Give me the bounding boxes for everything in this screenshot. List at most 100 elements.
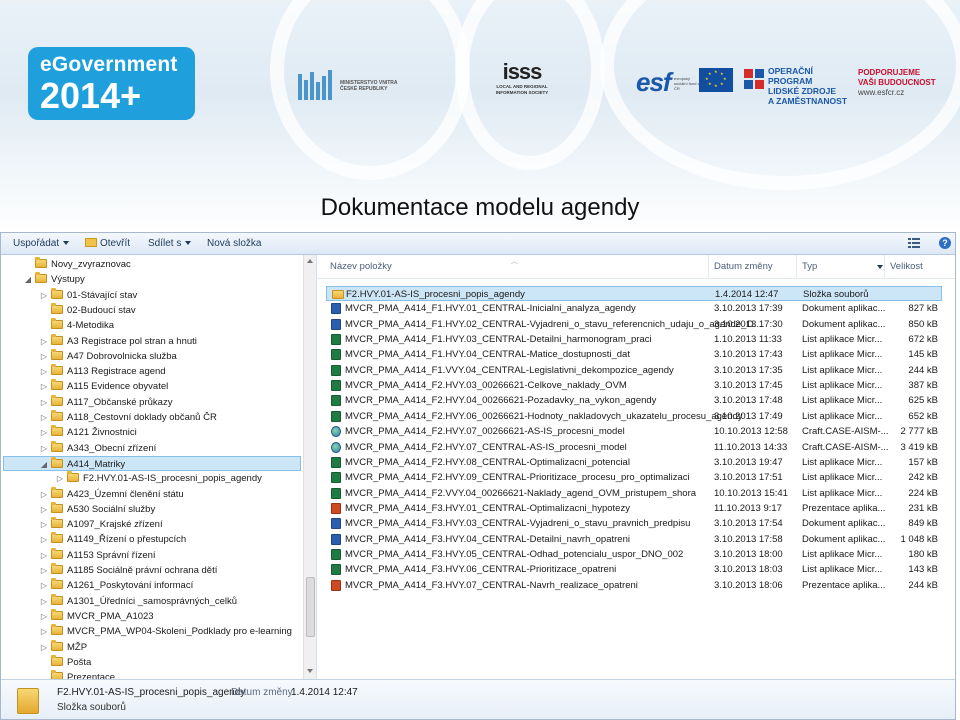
folder-icon	[67, 471, 79, 483]
expand-arrow-icon[interactable]: ▷	[39, 379, 49, 394]
expand-arrow-icon[interactable]: ▷	[39, 640, 49, 655]
nav-item[interactable]: Pošta	[39, 654, 91, 670]
nav-item[interactable]: Novy_zvyraznovac	[23, 257, 131, 272]
nav-item[interactable]: ◢ Výstupy	[23, 272, 85, 287]
file-type: List aplikace Micr...	[802, 472, 883, 484]
file-row[interactable]: MVCR_PMA_A414_F2.HVY.04_00266621-Pozadav…	[326, 393, 942, 408]
expand-arrow-icon[interactable]: ▷	[39, 532, 49, 547]
expand-arrow-icon[interactable]: ▷	[39, 609, 49, 624]
file-row[interactable]: F2.HVY.01-AS-IS_procesni_popis_agendy 1.4…	[326, 286, 942, 301]
expand-arrow-icon[interactable]: ▷	[39, 334, 49, 349]
nav-item[interactable]: ◢ A414_Matriky	[3, 455, 301, 472]
file-row[interactable]: MVCR_PMA_A414_F2.HVY.07_00266621-AS-IS_p…	[326, 424, 942, 439]
nav-item[interactable]: ▷ A1153 Správní řízení	[39, 547, 156, 563]
nav-item[interactable]: ▷ A47 Dobrovolnicka služba	[39, 348, 177, 364]
file-date: 3.10.2013 17:58	[714, 533, 783, 545]
nav-item[interactable]: ▷ MVCR_PMA_WP04-Skoleni_Podklady pro e-le…	[39, 624, 292, 639]
folder-icon	[51, 425, 63, 437]
nav-item[interactable]: 4-Metodika	[39, 318, 114, 333]
column-size[interactable]: Velikost	[890, 261, 923, 272]
expand-arrow-icon[interactable]: ▷	[55, 471, 65, 486]
nav-item[interactable]: ▷ A1261_Poskytování informací	[39, 578, 193, 593]
view-options-icon[interactable]	[908, 238, 920, 248]
esf-logo: esf evropský sociální fond v ČR ★ ★ ★ ★ ★ ★ ★…	[636, 66, 736, 100]
expand-arrow-icon[interactable]: ▷	[39, 624, 49, 639]
expand-arrow-icon[interactable]: ▷	[39, 410, 49, 425]
file-row[interactable]: MVCR_PMA_A414_F1.HVY.01_CENTRAL-Inicialn…	[326, 301, 942, 316]
expand-arrow-icon[interactable]: ▷	[39, 288, 49, 303]
type-filter-chevron-icon[interactable]	[877, 265, 883, 269]
file-row[interactable]: MVCR_PMA_A414_F3.HVY.01_CENTRAL-Optimali…	[326, 501, 942, 516]
nav-item-label: A1301_Úředníci _samosprávných_celků	[67, 595, 238, 607]
column-date[interactable]: Datum změny	[714, 261, 773, 272]
nav-item[interactable]: ▷ A121 Živnostnici	[39, 425, 137, 440]
nav-item[interactable]: ▷ A530 Sociální služby	[39, 501, 155, 517]
file-row[interactable]: MVCR_PMA_A414_F3.HVY.07_CENTRAL-Navrh_re…	[326, 578, 942, 593]
nav-item[interactable]: ▷ A343_Obecní zřízení	[39, 440, 156, 456]
file-row[interactable]: MVCR_PMA_A414_F2.HVY.03_00266621-Celkove…	[326, 378, 942, 393]
help-icon[interactable]: ?	[939, 237, 951, 249]
nav-item[interactable]: ▷ A118_Cestovní doklady občanů ČR	[39, 410, 217, 425]
column-separator[interactable]	[884, 255, 885, 279]
file-size: 652 kB	[908, 410, 938, 422]
expand-arrow-icon[interactable]: ▷	[39, 395, 49, 410]
open-button[interactable]: Otevřít	[85, 238, 130, 249]
nav-item[interactable]: ▷ A1185 Sociálně právní ochrana dětí	[39, 563, 217, 578]
expand-arrow-icon[interactable]: ▷	[39, 487, 49, 502]
scroll-down-icon[interactable]	[307, 669, 313, 673]
file-row[interactable]: MVCR_PMA_A414_F3.HVY.05_CENTRAL-Odhad_po…	[326, 547, 942, 562]
column-name[interactable]: Název položky	[330, 261, 392, 272]
expanded-arrow-icon[interactable]: ◢	[23, 272, 33, 287]
file-row[interactable]: MVCR_PMA_A414_F2.HVY.07_CENTRAL-AS-IS_pr…	[326, 440, 942, 455]
file-row[interactable]: MVCR_PMA_A414_F1.VVY.04_CENTRAL-Legislat…	[326, 363, 942, 378]
expanded-arrow-icon[interactable]: ◢	[39, 457, 49, 472]
file-row[interactable]: MVCR_PMA_A414_F3.HVY.03_CENTRAL-Vyjadren…	[326, 516, 942, 531]
file-row[interactable]: MVCR_PMA_A414_F2.HVY.06_00266621-Hodnoty…	[326, 409, 942, 424]
nav-item-label: MŽP	[67, 641, 88, 653]
organize-button[interactable]: Uspořádat	[13, 238, 70, 249]
nav-item[interactable]: ▷ MŽP	[39, 639, 88, 655]
file-row[interactable]: MVCR_PMA_A414_F1.HVY.02_CENTRAL-Vyjadren…	[326, 317, 942, 332]
file-row[interactable]: MVCR_PMA_A414_F3.HVY.04_CENTRAL-Detailni…	[326, 532, 942, 547]
nav-item[interactable]: ▷ A3 Registrace pol stran a hnuti	[39, 333, 197, 349]
expand-arrow-icon[interactable]: ▷	[39, 548, 49, 563]
nav-item-label: MVCR_PMA_WP04-Skoleni_Podklady pro e-lea…	[67, 626, 292, 638]
nav-scrollbar-thumb[interactable]	[306, 577, 315, 637]
expand-arrow-icon[interactable]: ▷	[39, 563, 49, 578]
column-separator[interactable]	[796, 255, 797, 279]
nav-item[interactable]: ▷ A113 Registrace agend	[39, 364, 166, 379]
file-row[interactable]: MVCR_PMA_A414_F1.HVY.04_CENTRAL-Matice_d…	[326, 347, 942, 362]
file-row[interactable]: MVCR_PMA_A414_F3.HVY.06_CENTRAL-Prioriti…	[326, 562, 942, 577]
nav-item[interactable]: ▷ A1149_Řízení o přestupcích	[39, 532, 186, 547]
expand-arrow-icon[interactable]: ▷	[39, 349, 49, 364]
expand-arrow-icon[interactable]: ▷	[39, 502, 49, 517]
file-row[interactable]: MVCR_PMA_A414_F2.HVY.08_CENTRAL-Optimali…	[326, 455, 942, 470]
expand-arrow-icon[interactable]: ▷	[39, 594, 49, 609]
nav-item[interactable]: Prezentace	[39, 670, 115, 679]
expand-arrow-icon[interactable]: ▷	[39, 364, 49, 379]
nav-item[interactable]: ▷ A115 Evidence obyvatel	[39, 379, 168, 394]
expand-arrow-icon[interactable]: ▷	[39, 425, 49, 440]
column-type[interactable]: Typ	[802, 261, 817, 272]
nav-item[interactable]: ▷ A1097_Krajské zřízení	[39, 517, 163, 532]
expand-arrow-icon[interactable]: ▷	[39, 441, 49, 456]
nav-scrollbar[interactable]	[303, 255, 316, 679]
column-separator[interactable]	[708, 255, 709, 279]
excel-sheet-icon	[331, 395, 341, 407]
expand-arrow-icon[interactable]: ▷	[39, 578, 49, 593]
share-button[interactable]: Sdílet s	[148, 238, 192, 249]
new-folder-button[interactable]: Nová složka	[207, 238, 261, 249]
nav-item[interactable]: ▷ A423_Územní členění státu	[39, 486, 184, 502]
nav-item[interactable]: 02-Budoucí stav	[39, 302, 136, 318]
scroll-up-icon[interactable]	[307, 259, 313, 263]
nav-item[interactable]: ▷ A117_Občanské průkazy	[39, 394, 172, 410]
file-row[interactable]: MVCR_PMA_A414_F2.VVY.04_00266621-Naklady…	[326, 486, 942, 501]
folder-icon	[51, 364, 63, 376]
nav-item[interactable]: ▷ MVCR_PMA_A1023	[39, 608, 154, 624]
nav-item[interactable]: ▷ A1301_Úředníci _samosprávných_celků	[39, 593, 238, 609]
file-row[interactable]: MVCR_PMA_A414_F2.HVY.09_CENTRAL-Prioriti…	[326, 470, 942, 485]
file-row[interactable]: MVCR_PMA_A414_F1.HVY.03_CENTRAL-Detailni…	[326, 332, 942, 347]
nav-item[interactable]: ▷ 01-Stávající stav	[39, 287, 137, 303]
expand-arrow-icon[interactable]: ▷	[39, 517, 49, 532]
nav-item[interactable]: ▷ F2.HVY.01-AS-IS_procesni_popis_agendy	[55, 471, 262, 486]
